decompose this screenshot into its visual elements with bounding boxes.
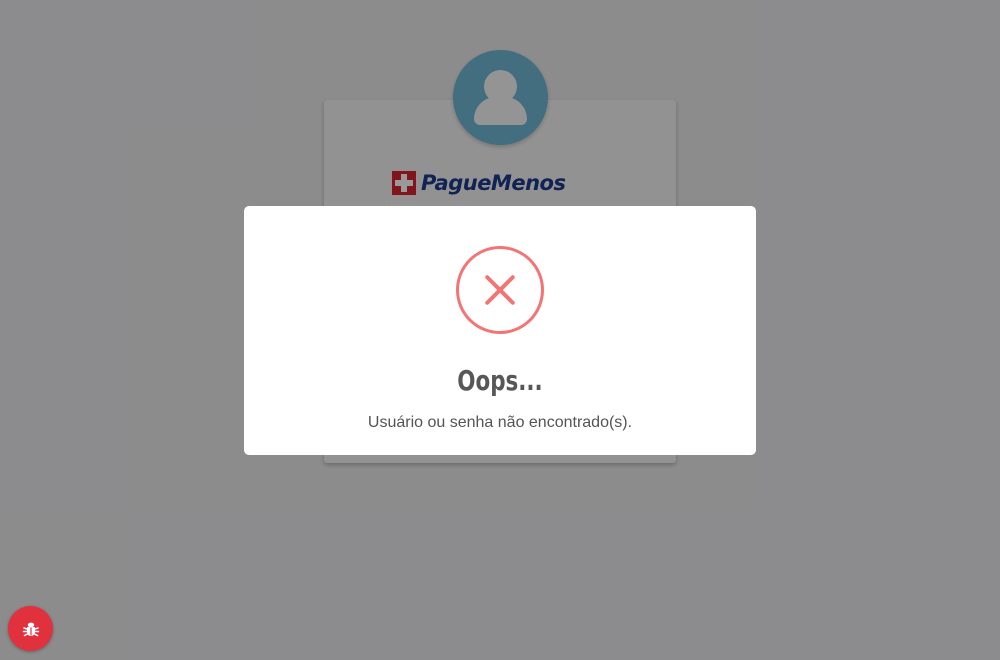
- dialog-title: Oops...: [457, 364, 543, 397]
- bug-report-button[interactable]: [8, 606, 53, 651]
- dialog-message: Usuário ou senha não encontrado(s).: [367, 414, 633, 431]
- error-dialog: Oops... Usuário ou senha não encontrado(…: [244, 206, 756, 455]
- error-x-icon: [456, 246, 544, 334]
- bug-icon: [22, 622, 39, 636]
